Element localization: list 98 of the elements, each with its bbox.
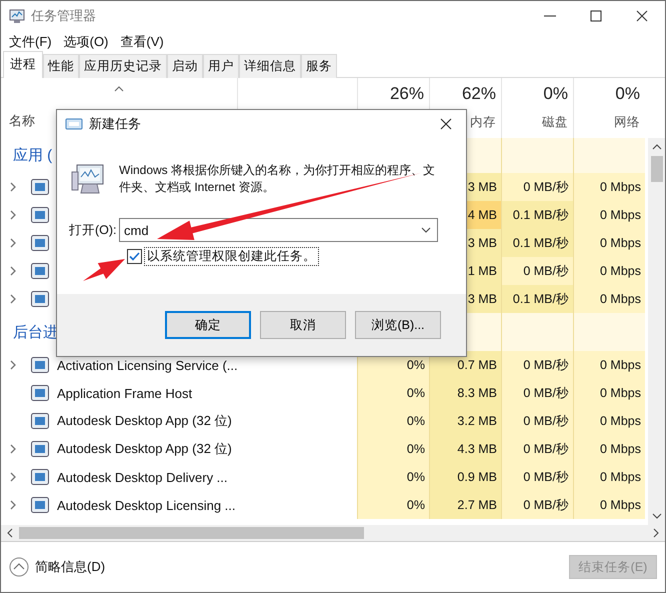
app-icon [31, 263, 49, 279]
group-header: 应用 ( [13, 146, 52, 165]
window-icon [65, 118, 83, 130]
details-link[interactable]: 简略信息(D) [35, 558, 106, 576]
app-icon [31, 291, 49, 307]
app-icon [31, 441, 49, 457]
menu-item[interactable]: 选项(O) [58, 33, 114, 51]
table-cell: 0.1 MB/秒 [501, 285, 573, 313]
app-icon [31, 385, 49, 401]
annotation-arrow [83, 259, 125, 281]
admin-checkbox[interactable] [127, 249, 142, 264]
table-cell: 0% [357, 435, 429, 463]
column-header[interactable]: 网络 [614, 114, 640, 131]
table-cell: 0 Mbps [573, 201, 645, 229]
table-cell: 0 Mbps [573, 351, 645, 379]
process-name[interactable]: Autodesk Desktop Delivery ... [57, 470, 228, 484]
table-cell: 0.1 MB/秒 [501, 201, 573, 229]
dialog-button[interactable]: 取消 [260, 311, 346, 339]
column-header[interactable]: 内存 [470, 114, 496, 131]
table-cell: 0 Mbps [573, 435, 645, 463]
tab[interactable]: 应用历史记录 [79, 54, 167, 78]
column-percent: 0% [615, 84, 640, 104]
app-icon [31, 469, 49, 485]
table-cell: 0 Mbps [573, 229, 645, 257]
open-label: 打开(O): [69, 222, 118, 238]
process-name[interactable]: Application Frame Host [57, 386, 192, 400]
tab[interactable]: 性能 [43, 54, 79, 78]
menu-item[interactable]: 文件(F) [3, 33, 58, 51]
process-name[interactable]: Autodesk Desktop App (32 位) [57, 412, 232, 430]
table-cell: 3.2 MB [429, 407, 501, 435]
app-icon [31, 357, 49, 373]
app-icon [31, 207, 49, 223]
column-header[interactable]: 磁盘 [542, 114, 568, 131]
checkbox-label[interactable]: 以系统管理权限创建此任务。 [144, 247, 319, 266]
dialog-button[interactable]: 浏览(B)... [355, 311, 441, 339]
sort-caret-icon [114, 86, 124, 92]
process-name[interactable]: Autodesk Desktop App (32 位) [57, 440, 232, 458]
menu-item[interactable]: 查看(V) [114, 33, 170, 51]
process-name[interactable]: Activation Licensing Service (... [57, 358, 238, 372]
tab[interactable]: 启动 [167, 54, 203, 78]
checkmark-icon [129, 252, 140, 261]
close-icon [636, 10, 648, 22]
app-icon [31, 179, 49, 195]
window-title: 任务管理器 [31, 7, 96, 25]
maximize-icon [590, 10, 602, 22]
table-cell: 0 MB/秒 [501, 351, 573, 379]
table-cell: 8.3 MB [429, 379, 501, 407]
dialog-button[interactable]: 确定 [165, 311, 251, 339]
table-cell: 0% [357, 463, 429, 491]
table-cell: 0 Mbps [573, 463, 645, 491]
scroll-down-icon [652, 513, 662, 519]
process-name[interactable]: Autodesk Desktop Licensing ... [57, 498, 236, 512]
dialog-title: 新建任务 [89, 115, 141, 133]
scroll-left-icon [7, 528, 13, 538]
app-icon [31, 235, 49, 251]
tab[interactable]: 详细信息 [239, 54, 301, 78]
group-header: 后台进 [13, 322, 58, 342]
collapse-icon [9, 557, 29, 577]
table-cell: 0% [357, 379, 429, 407]
computer-monitor-icon [71, 162, 105, 196]
table-cell: 0.1 MB/秒 [501, 229, 573, 257]
app-icon [31, 497, 49, 513]
table-cell: 0 MB/秒 [501, 379, 573, 407]
table-cell: 0 MB/秒 [501, 257, 573, 285]
vertical-scrollbar[interactable] [648, 138, 665, 525]
table-cell: 0 MB/秒 [501, 407, 573, 435]
horizontal-scrollbar[interactable] [1, 525, 665, 542]
table-cell: 2.7 MB [429, 491, 501, 519]
table-cell: 0 Mbps [573, 285, 645, 313]
scroll-right-icon [653, 528, 659, 538]
table-cell: 0 MB/秒 [501, 173, 573, 201]
minimize-icon [544, 15, 556, 17]
table-cell: 0.9 MB [429, 463, 501, 491]
tab[interactable]: 进程 [3, 51, 43, 78]
column-percent: 62% [462, 84, 496, 104]
table-cell: 4.3 MB [429, 435, 501, 463]
table-cell: 0% [357, 491, 429, 519]
tab[interactable]: 服务 [301, 54, 337, 78]
tab[interactable]: 用户 [203, 54, 239, 78]
scrollbar-thumb[interactable] [650, 156, 662, 182]
table-cell: 0 MB/秒 [501, 435, 573, 463]
close-icon [440, 118, 452, 130]
scroll-up-icon [652, 144, 662, 150]
command-combo-box[interactable]: cmd [119, 218, 438, 242]
app-icon [31, 413, 49, 429]
table-cell: 0 MB/秒 [501, 463, 573, 491]
table-cell: 0 Mbps [573, 491, 645, 519]
table-cell: 0 Mbps [573, 407, 645, 435]
column-percent: 0% [543, 84, 568, 104]
table-cell: 0 Mbps [573, 257, 645, 285]
column-percent: 26% [390, 84, 424, 104]
dropdown-caret-icon [421, 227, 431, 233]
table-cell: 0 Mbps [573, 173, 645, 201]
scrollbar-thumb[interactable] [19, 527, 364, 539]
table-cell: 0 Mbps [573, 379, 645, 407]
monitor-icon [9, 8, 25, 24]
table-cell: 0 MB/秒 [501, 491, 573, 519]
table-cell: 0% [357, 407, 429, 435]
